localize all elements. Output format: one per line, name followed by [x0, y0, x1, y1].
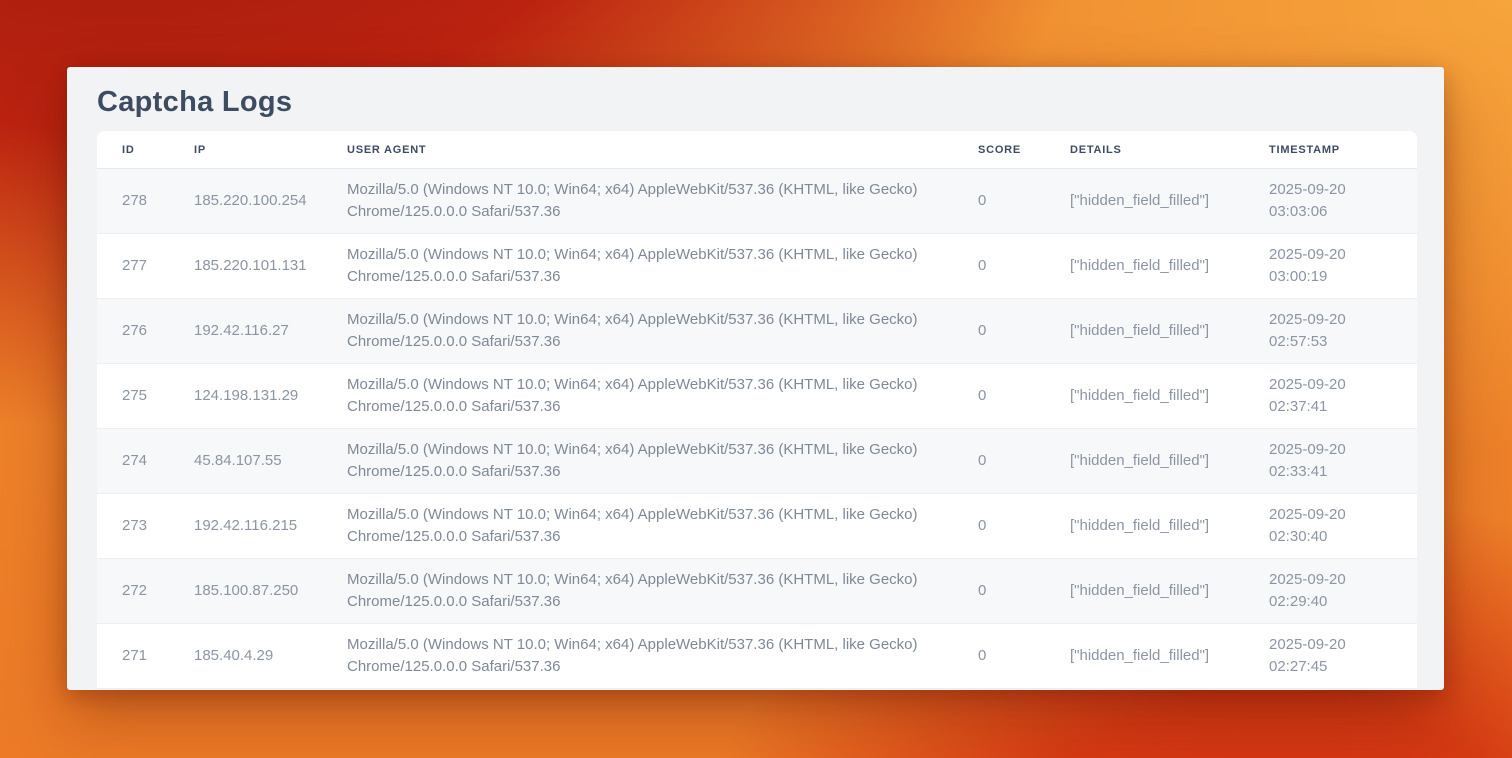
table-body: 278 185.220.100.254 Mozilla/5.0 (Windows… — [97, 169, 1417, 689]
cell-details: ["hidden_field_filled"] — [1070, 169, 1269, 234]
cell-score: 0 — [978, 169, 1070, 234]
cell-user-agent: Mozilla/5.0 (Windows NT 10.0; Win64; x64… — [347, 364, 978, 429]
cell-id: 273 — [97, 494, 194, 559]
cell-user-agent: Mozilla/5.0 (Windows NT 10.0; Win64; x64… — [347, 624, 978, 689]
column-header-details: DETAILS — [1070, 131, 1269, 169]
cell-user-agent: Mozilla/5.0 (Windows NT 10.0; Win64; x64… — [347, 494, 978, 559]
cell-score: 0 — [978, 364, 1070, 429]
cell-score: 0 — [978, 494, 1070, 559]
cell-score: 0 — [978, 624, 1070, 689]
table-row: 275 124.198.131.29 Mozilla/5.0 (Windows … — [97, 364, 1417, 429]
cell-ip: 185.40.4.29 — [194, 624, 347, 689]
page-background: { "page": { "title": "Captcha Logs" }, "… — [0, 0, 1512, 758]
logs-table-container: ID IP USER AGENT SCORE DETAILS TIMESTAMP… — [97, 131, 1417, 689]
cell-timestamp: 2025-09-20 02:27:45 — [1269, 624, 1417, 689]
captcha-logs-table: ID IP USER AGENT SCORE DETAILS TIMESTAMP… — [97, 131, 1417, 689]
cell-id: 274 — [97, 429, 194, 494]
column-header-ip: IP — [194, 131, 347, 169]
cell-details: ["hidden_field_filled"] — [1070, 429, 1269, 494]
cell-timestamp: 2025-09-20 03:00:19 — [1269, 234, 1417, 299]
column-header-id: ID — [97, 131, 194, 169]
column-header-user-agent: USER AGENT — [347, 131, 978, 169]
table-row: 272 185.100.87.250 Mozilla/5.0 (Windows … — [97, 559, 1417, 624]
cell-details: ["hidden_field_filled"] — [1070, 299, 1269, 364]
cell-id: 277 — [97, 234, 194, 299]
cell-ip: 192.42.116.215 — [194, 494, 347, 559]
cell-timestamp: 2025-09-20 03:03:06 — [1269, 169, 1417, 234]
cell-details: ["hidden_field_filled"] — [1070, 364, 1269, 429]
captcha-logs-card: Captcha Logs ID IP USER AGENT SCORE DETA… — [67, 67, 1444, 690]
cell-ip: 185.220.100.254 — [194, 169, 347, 234]
cell-score: 0 — [978, 559, 1070, 624]
cell-id: 271 — [97, 624, 194, 689]
cell-details: ["hidden_field_filled"] — [1070, 234, 1269, 299]
cell-score: 0 — [978, 299, 1070, 364]
cell-id: 278 — [97, 169, 194, 234]
cell-id: 276 — [97, 299, 194, 364]
column-header-score: SCORE — [978, 131, 1070, 169]
cell-user-agent: Mozilla/5.0 (Windows NT 10.0; Win64; x64… — [347, 429, 978, 494]
cell-id: 275 — [97, 364, 194, 429]
cell-ip: 192.42.116.27 — [194, 299, 347, 364]
table-row: 273 192.42.116.215 Mozilla/5.0 (Windows … — [97, 494, 1417, 559]
cell-ip: 45.84.107.55 — [194, 429, 347, 494]
cell-ip: 185.100.87.250 — [194, 559, 347, 624]
table-row: 276 192.42.116.27 Mozilla/5.0 (Windows N… — [97, 299, 1417, 364]
cell-score: 0 — [978, 234, 1070, 299]
cell-ip: 124.198.131.29 — [194, 364, 347, 429]
cell-user-agent: Mozilla/5.0 (Windows NT 10.0; Win64; x64… — [347, 234, 978, 299]
table-header-row: ID IP USER AGENT SCORE DETAILS TIMESTAMP — [97, 131, 1417, 169]
cell-score: 0 — [978, 429, 1070, 494]
column-header-timestamp: TIMESTAMP — [1269, 131, 1417, 169]
table-row: 271 185.40.4.29 Mozilla/5.0 (Windows NT … — [97, 624, 1417, 689]
cell-id: 272 — [97, 559, 194, 624]
cell-details: ["hidden_field_filled"] — [1070, 559, 1269, 624]
cell-timestamp: 2025-09-20 02:29:40 — [1269, 559, 1417, 624]
cell-timestamp: 2025-09-20 02:57:53 — [1269, 299, 1417, 364]
cell-user-agent: Mozilla/5.0 (Windows NT 10.0; Win64; x64… — [347, 299, 978, 364]
cell-timestamp: 2025-09-20 02:37:41 — [1269, 364, 1417, 429]
table-row: 274 45.84.107.55 Mozilla/5.0 (Windows NT… — [97, 429, 1417, 494]
table-row: 278 185.220.100.254 Mozilla/5.0 (Windows… — [97, 169, 1417, 234]
cell-user-agent: Mozilla/5.0 (Windows NT 10.0; Win64; x64… — [347, 559, 978, 624]
table-row: 277 185.220.101.131 Mozilla/5.0 (Windows… — [97, 234, 1417, 299]
cell-details: ["hidden_field_filled"] — [1070, 494, 1269, 559]
cell-user-agent: Mozilla/5.0 (Windows NT 10.0; Win64; x64… — [347, 169, 978, 234]
cell-ip: 185.220.101.131 — [194, 234, 347, 299]
cell-details: ["hidden_field_filled"] — [1070, 624, 1269, 689]
page-title: Captcha Logs — [97, 84, 1444, 120]
cell-timestamp: 2025-09-20 02:30:40 — [1269, 494, 1417, 559]
cell-timestamp: 2025-09-20 02:33:41 — [1269, 429, 1417, 494]
